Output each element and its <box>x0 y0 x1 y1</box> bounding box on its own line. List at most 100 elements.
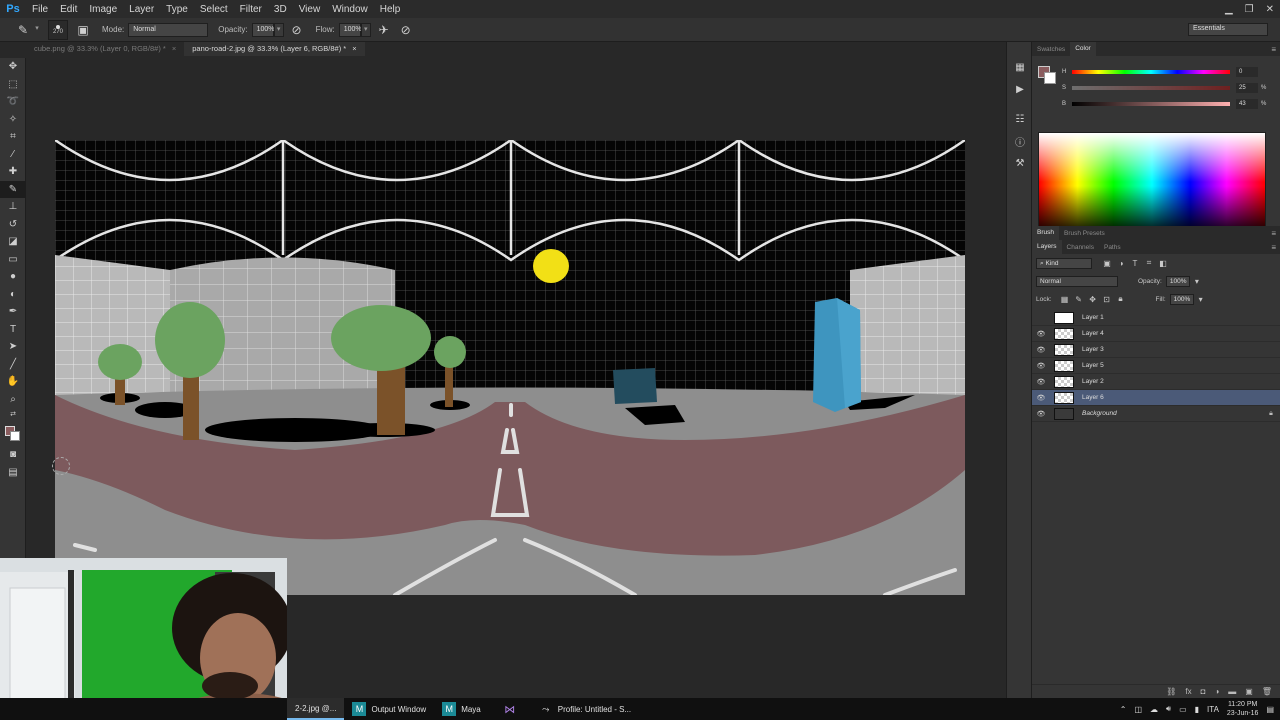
layer-filter-select[interactable]: ⌕ Kind <box>1036 257 1092 269</box>
flow-input[interactable]: 100% <box>338 22 362 37</box>
saturation-slider[interactable] <box>1072 86 1230 90</box>
tab-cube[interactable]: cube.png @ 33.3% (Layer 0, RGB/8#) * × <box>26 42 184 56</box>
eye-icon[interactable]: 👁︎ <box>1032 346 1050 354</box>
stamp-tool-icon[interactable]: ⊥ <box>0 198 26 216</box>
lock-position-icon[interactable]: ✥ <box>1086 295 1100 304</box>
brightness-value[interactable]: 43 <box>1236 99 1258 109</box>
history-brush-tool-icon[interactable]: ↺ <box>0 216 26 234</box>
hue-slider[interactable] <box>1072 70 1230 74</box>
network-icon[interactable]: ▭ <box>1179 705 1187 714</box>
layer-name[interactable]: Layer 2 <box>1082 378 1280 385</box>
layer-row-layer-4[interactable]: 👁︎ Layer 4 <box>1032 326 1280 342</box>
tab-layers[interactable]: Layers <box>1032 240 1062 254</box>
document-canvas[interactable] <box>55 140 965 595</box>
dodge-tool-icon[interactable]: ◐ <box>0 286 26 304</box>
layer-opacity-input[interactable]: 100% <box>1165 275 1190 287</box>
filter-smart-object-icon[interactable]: ◧ <box>1156 259 1170 268</box>
brush-tool-icon[interactable]: ✎ <box>0 180 26 198</box>
taskbar-item-maya[interactable]: M Maya <box>434 698 489 720</box>
taskbar-item-profiler[interactable]: ⤳ Profile: Untitled - S... <box>531 698 639 720</box>
panel-menu-icon[interactable]: ≡ <box>1271 45 1276 54</box>
menu-image[interactable]: Image <box>83 4 123 15</box>
layer-name[interactable]: Layer 1 <box>1082 314 1280 321</box>
brush-tool-icon[interactable]: ✎ <box>14 21 32 39</box>
filter-type-icon[interactable]: T <box>1128 259 1142 268</box>
layer-row-layer-2[interactable]: 👁︎ Layer 2 <box>1032 374 1280 390</box>
lock-pixels-icon[interactable]: ✎ <box>1072 295 1086 304</box>
menu-window[interactable]: Window <box>326 4 374 15</box>
lock-artboard-icon[interactable]: ⊡ <box>1100 295 1114 304</box>
tab-color[interactable]: Color <box>1070 42 1096 56</box>
eye-icon[interactable]: 👁︎ <box>1032 330 1050 338</box>
layer-row-background[interactable]: 👁︎ Background 🔒︎ <box>1032 406 1280 422</box>
adjustment-layer-icon[interactable]: ◑ <box>1214 687 1219 696</box>
background-color-swatch[interactable] <box>10 431 20 441</box>
lock-all-icon[interactable]: 🔒︎ <box>1114 294 1128 304</box>
layer-row-layer-6[interactable]: 👁︎ Layer 6 <box>1032 390 1280 406</box>
line-tool-icon[interactable]: ╱ <box>0 356 26 374</box>
fill-input[interactable]: 100% <box>1169 293 1194 305</box>
taskbar-item-visual-studio[interactable]: ⋈ <box>489 698 531 720</box>
opacity-dropdown[interactable]: ▾ <box>273 22 284 37</box>
layer-name[interactable]: Layer 4 <box>1082 330 1280 337</box>
panel-menu-icon[interactable]: ≡ <box>1271 243 1276 252</box>
lock-transparent-icon[interactable]: ▦ <box>1058 295 1072 304</box>
blur-tool-icon[interactable]: ● <box>0 268 26 286</box>
type-tool-icon[interactable]: T <box>0 321 26 339</box>
language-indicator[interactable]: ITA <box>1207 705 1219 714</box>
link-layers-icon[interactable]: ⛓ <box>1166 687 1176 696</box>
opacity-input[interactable]: 100% <box>251 22 274 37</box>
taskbar-item-output-window[interactable]: M Output Window <box>344 698 434 720</box>
screen-mode-icon[interactable]: ▤ <box>0 464 26 482</box>
pressure-size-icon[interactable]: ⊘ <box>397 21 415 39</box>
restore-icon[interactable]: ❐ <box>1245 4 1254 15</box>
marquee-tool-icon[interactable]: ⬚ <box>0 76 26 94</box>
brightness-slider[interactable] <box>1072 102 1230 106</box>
tray-app-icon[interactable]: ◫ <box>1134 705 1142 714</box>
eye-icon[interactable]: 👁︎ <box>1032 378 1050 386</box>
layer-name[interactable]: Layer 6 <box>1082 394 1280 401</box>
quick-mask-icon[interactable]: ◙ <box>0 446 26 464</box>
swap-colors-icon[interactable]: ⇄ <box>0 408 26 420</box>
taskbar-item-photoshop[interactable]: 2-2.jpg @... <box>287 698 345 720</box>
path-select-tool-icon[interactable]: ➤ <box>0 338 26 356</box>
menu-3d[interactable]: 3D <box>268 4 293 15</box>
menu-file[interactable]: File <box>26 4 54 15</box>
info-panel-icon[interactable]: ⓘ <box>1007 130 1033 152</box>
new-layer-icon[interactable]: ▣ <box>1245 687 1253 696</box>
tab-pano-road[interactable]: pano-road-2.jpg @ 33.3% (Layer 6, RGB/8#… <box>184 42 365 56</box>
eye-icon[interactable]: 👁︎ <box>1032 362 1050 370</box>
adjustments-panel-icon[interactable]: ☷ <box>1007 108 1033 130</box>
saturation-value[interactable]: 25 <box>1236 83 1258 93</box>
onedrive-icon[interactable]: ☁ <box>1150 705 1158 714</box>
menu-view[interactable]: View <box>293 4 327 15</box>
crop-tool-icon[interactable]: ⌗ <box>0 128 26 146</box>
healing-tool-icon[interactable]: ✚ <box>0 163 26 181</box>
filter-shape-icon[interactable]: ⌗ <box>1142 258 1156 268</box>
menu-filter[interactable]: Filter <box>234 4 268 15</box>
pen-tool-icon[interactable]: ✒ <box>0 303 26 321</box>
tab-brush[interactable]: Brush <box>1032 226 1059 240</box>
tab-brush-presets[interactable]: Brush Presets <box>1059 230 1110 237</box>
close-tab-icon[interactable]: × <box>352 44 356 53</box>
tab-swatches[interactable]: Swatches <box>1032 46 1070 53</box>
workspace-select[interactable]: Essentials <box>1188 23 1268 36</box>
tab-channels[interactable]: Channels <box>1062 244 1099 251</box>
tool-preset-dropdown[interactable]: ▾ <box>32 23 42 37</box>
pressure-opacity-icon[interactable]: ⊘ <box>288 21 306 39</box>
eraser-tool-icon[interactable]: ◪ <box>0 233 26 251</box>
zoom-tool-icon[interactable]: ⌕ <box>0 391 26 409</box>
panel-menu-icon[interactable]: ≡ <box>1271 229 1276 238</box>
clock[interactable]: 11:20 PM 23-Jun-16 <box>1227 700 1259 718</box>
gradient-tool-icon[interactable]: ▭ <box>0 251 26 269</box>
layer-name[interactable]: Layer 3 <box>1082 346 1280 353</box>
quick-select-tool-icon[interactable]: ✧ <box>0 111 26 129</box>
hue-value[interactable]: 0 <box>1236 67 1258 77</box>
layer-style-icon[interactable]: fx <box>1185 687 1191 696</box>
mode-select[interactable]: Normal <box>128 22 209 37</box>
opacity-dropdown-icon[interactable]: ▾ <box>1190 277 1204 286</box>
tab-paths[interactable]: Paths <box>1099 244 1126 251</box>
menu-select[interactable]: Select <box>194 4 234 15</box>
airbrush-icon[interactable]: ✈ <box>375 21 393 39</box>
new-group-icon[interactable]: ▬ <box>1228 687 1236 696</box>
